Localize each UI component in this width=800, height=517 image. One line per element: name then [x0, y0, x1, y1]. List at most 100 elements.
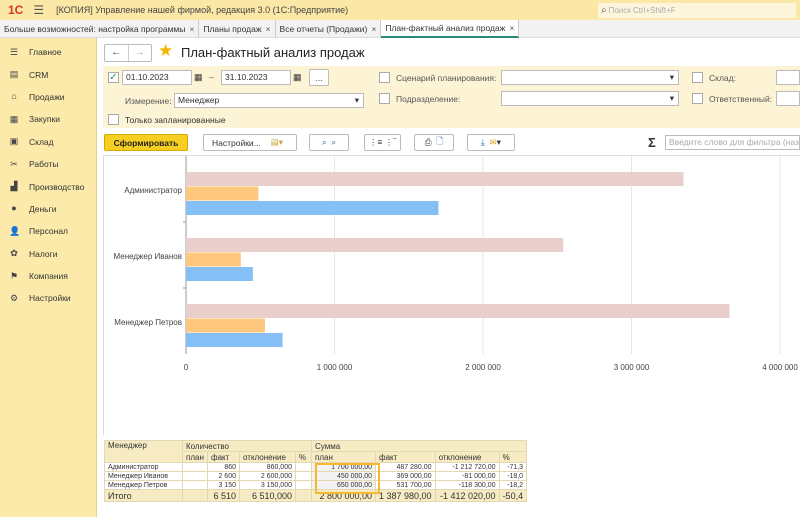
sidebar-item-4[interactable]: ▣ Склад: [0, 131, 96, 153]
cell-spct[interactable]: -18,0: [498, 471, 528, 481]
cell-sfact[interactable]: 1 387 980,00: [375, 489, 436, 502]
cell-qfact[interactable]: 3 150: [207, 480, 240, 490]
bar-2-2: [186, 333, 283, 347]
generate-button[interactable]: Сформировать: [104, 134, 188, 151]
sidebar-item-8[interactable]: 👤 Персонал: [0, 220, 96, 242]
find-next-icon[interactable]: ⌕: [331, 137, 336, 148]
mail-icon[interactable]: ✉: [490, 137, 497, 148]
sidebar-item-10[interactable]: ⚑ Компания: [0, 265, 96, 287]
date-to-input[interactable]: 31.10.2023: [221, 70, 291, 85]
scenario-checkbox[interactable]: [379, 72, 390, 83]
settings-button[interactable]: Настройки... ▤▾: [203, 134, 297, 151]
x-tick-label: 3 000 000: [614, 363, 650, 372]
cell-qpct[interactable]: [295, 489, 312, 502]
sidebar-item-3[interactable]: ▦ Закупки: [0, 108, 96, 130]
cell-sfact[interactable]: 369 000,00: [375, 471, 436, 481]
global-search-input[interactable]: ⌕ Поиск Ctrl+Shift+F: [598, 3, 796, 18]
tab-0[interactable]: Больше возможностей: настройка программы…: [0, 20, 200, 38]
calendar-icon[interactable]: ▦: [194, 72, 203, 83]
report-filter-input[interactable]: Введите слово для фильтра (наз: [665, 135, 800, 150]
department-checkbox[interactable]: [379, 93, 390, 104]
sidebar-item-11[interactable]: ⚙ Настройки: [0, 287, 96, 309]
back-button[interactable]: ←: [105, 45, 129, 61]
warehouse-checkbox[interactable]: [692, 72, 703, 83]
favorite-star-icon[interactable]: ★: [158, 41, 173, 61]
date-from-input[interactable]: 01.10.2023: [122, 70, 192, 85]
period-checkbox[interactable]: ✓: [108, 72, 119, 83]
cell-name[interactable]: Менеджер Иванов: [104, 471, 183, 481]
basket-icon: ⌂: [11, 91, 17, 102]
cell-qplan[interactable]: [182, 480, 208, 490]
cell-splan[interactable]: 450 000,00: [311, 471, 376, 481]
group-buttons[interactable]: ⋮≡ ⋮‾: [364, 134, 401, 151]
cell-sdev[interactable]: -81 000,00: [434, 471, 500, 481]
scenario-select[interactable]: ▾: [501, 70, 679, 85]
cell-qfact[interactable]: 2 600: [207, 471, 240, 481]
cell-name[interactable]: Администратор: [104, 462, 183, 472]
period-select-button[interactable]: ...: [309, 69, 329, 86]
sidebar-item-label: Настройки: [29, 293, 71, 304]
dimension-select[interactable]: Менеджер ▾: [174, 93, 364, 108]
sidebar-item-1[interactable]: ▤ CRM: [0, 63, 96, 85]
cell-splan[interactable]: 650 000,00: [311, 480, 376, 490]
warehouse-select[interactable]: [776, 70, 800, 85]
tab-2[interactable]: Все отчеты (Продажи) ×: [276, 20, 382, 38]
sum-icon[interactable]: Σ: [648, 135, 656, 150]
x-tick-label: 1 000 000: [317, 363, 353, 372]
close-tab-icon[interactable]: ×: [371, 24, 376, 34]
cell-qfact[interactable]: 6 510: [207, 489, 240, 502]
cell-name[interactable]: Итого: [104, 489, 183, 502]
cell-sfact[interactable]: 531 700,00: [375, 480, 436, 490]
cell-qdev[interactable]: 2 600,000: [239, 471, 296, 481]
expand-groups-icon[interactable]: ⋮≡: [369, 137, 382, 148]
cell-qdev[interactable]: 6 510,000: [239, 489, 296, 502]
cell-sfact[interactable]: 487 280,00: [375, 462, 436, 472]
cell-name[interactable]: Менеджер Петров: [104, 480, 183, 490]
cell-qdev[interactable]: 3 150,000: [239, 480, 296, 490]
print-icon[interactable]: ⎙: [425, 137, 432, 148]
cell-sdev[interactable]: -1 412 020,00: [434, 489, 500, 502]
responsible-checkbox[interactable]: [692, 93, 703, 104]
sidebar-item-9[interactable]: ✿ Налоги: [0, 243, 96, 265]
main-menu-icon[interactable]: ☰: [33, 3, 44, 17]
cell-sdev[interactable]: -118 300,00: [434, 480, 500, 490]
cell-qplan[interactable]: [182, 462, 208, 472]
cell-spct[interactable]: -18,2: [498, 480, 528, 490]
only-planned-checkbox[interactable]: [108, 114, 119, 125]
cell-qpct[interactable]: [295, 471, 312, 481]
sidebar-item-6[interactable]: ▟ Производство: [0, 175, 96, 197]
cell-spct[interactable]: -50,4: [498, 489, 528, 502]
close-tab-icon[interactable]: ×: [266, 24, 271, 34]
cell-spct[interactable]: -71,3: [498, 462, 528, 472]
collapse-groups-icon[interactable]: ⋮‾: [385, 137, 396, 148]
cell-qpct[interactable]: [295, 462, 312, 472]
close-tab-icon[interactable]: ×: [509, 23, 514, 33]
cell-splan[interactable]: 2 800 000,00: [311, 489, 376, 502]
table-row: Менеджер Петров 3 150 3 150,000 650 000,00 5…: [104, 480, 528, 490]
find-icon[interactable]: ⌕: [322, 137, 327, 148]
calendar-icon[interactable]: ▦: [293, 72, 302, 83]
sidebar-item-2[interactable]: ⌂ Продажи: [0, 86, 96, 108]
export-buttons[interactable]: ⤓ ✉ ▾: [467, 134, 515, 151]
print-buttons[interactable]: ⎙ 🗋: [414, 134, 454, 151]
date-dash: –: [209, 72, 214, 82]
cell-qpct[interactable]: [295, 480, 312, 490]
close-tab-icon[interactable]: ×: [189, 24, 194, 34]
cell-qplan[interactable]: [182, 471, 208, 481]
sidebar-item-0[interactable]: ☰ Главное: [0, 41, 96, 63]
tab-1[interactable]: Планы продаж ×: [199, 20, 276, 38]
cell-qfact[interactable]: 860: [207, 462, 240, 472]
cell-qplan[interactable]: [182, 489, 208, 502]
department-select[interactable]: ▾: [501, 91, 679, 106]
forward-button[interactable]: →: [129, 45, 152, 61]
download-icon[interactable]: ⤓: [481, 137, 485, 148]
cell-qdev[interactable]: 860,000: [239, 462, 296, 472]
responsible-select[interactable]: [776, 91, 800, 106]
search-buttons[interactable]: ⌕ ⌕: [309, 134, 349, 151]
preview-icon[interactable]: 🗋: [436, 136, 443, 150]
cell-splan[interactable]: 1 700 000,00: [311, 462, 376, 472]
sidebar-item-7[interactable]: ● Деньги: [0, 198, 96, 220]
cell-sdev[interactable]: -1 212 720,00: [434, 462, 500, 472]
sidebar-item-5[interactable]: ✂ Работы: [0, 153, 96, 175]
tab-3[interactable]: План-фактный анализ продаж ×: [381, 20, 520, 38]
